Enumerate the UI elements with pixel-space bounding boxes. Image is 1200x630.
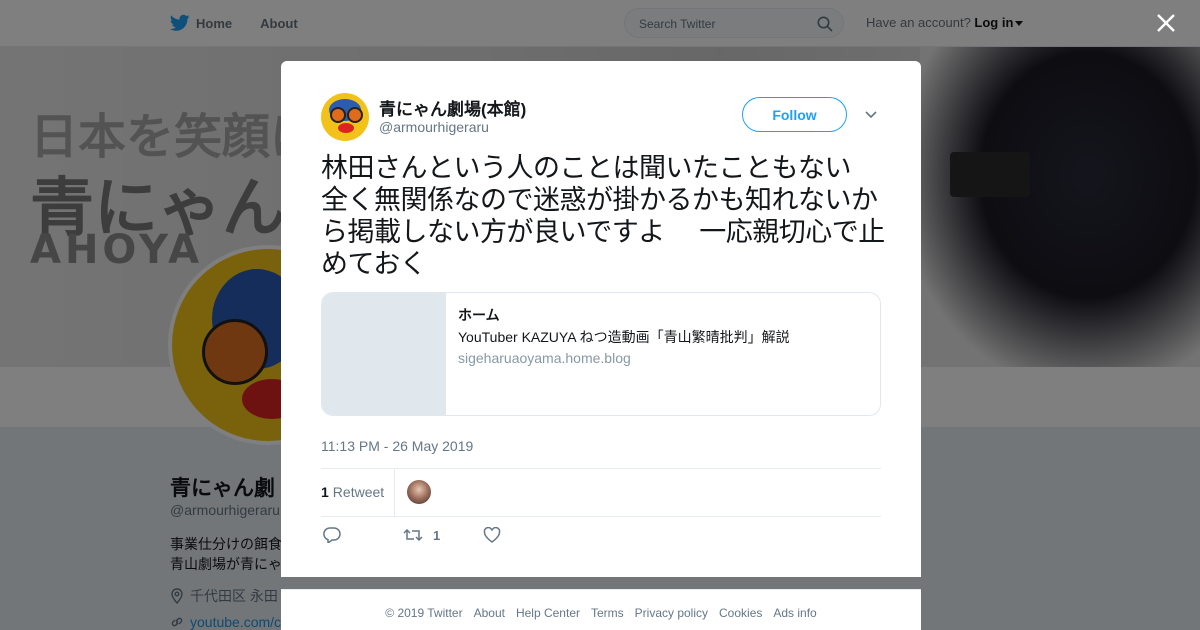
author-name[interactable]: 青にゃん劇場(本館) [379,95,526,120]
link-card[interactable]: ホーム YouTuber KAZUYA ねつ造動画「青山繁晴批判」解説 sige… [321,292,881,416]
retweeter-avatar[interactable] [407,480,431,504]
chevron-down-icon[interactable] [864,109,878,119]
card-title: ホーム [458,307,500,323]
reply-icon [323,527,341,543]
avatar-shape [338,123,354,133]
tweet-timestamp[interactable]: 11:13 PM - 26 May 2019 [321,438,473,454]
retweet-count: 1 [321,484,329,500]
footer-link-privacy[interactable]: Privacy policy [635,606,708,620]
footer-link-help-center[interactable]: Help Center [516,606,580,620]
retweet-icon [403,528,423,542]
stats-divider [394,469,395,516]
footer-link-about[interactable]: About [474,606,505,620]
avatar[interactable] [321,93,369,141]
retweet-label: Retweet [332,484,385,500]
author-handle[interactable]: @armourhigeraru [379,119,489,135]
tweet-text: 林田さんという人のことは聞いたこともない 全く無関係なので迷惑が掛かるかも知れな… [321,153,885,280]
tweet-actions: 1 [321,527,881,547]
like-button[interactable] [483,527,511,543]
tweet-modal: 青にゃん劇場(本館) @armourhigeraru Follow 林田さんとい… [281,61,921,577]
retweet-action-count: 1 [433,527,441,543]
heart-icon [483,527,501,543]
reply-button[interactable] [323,527,351,543]
card-image [322,293,446,415]
follow-button[interactable]: Follow [742,97,847,132]
tweet-stats: 1 Retweet [321,468,881,517]
retweet-stat[interactable]: 1 Retweet [321,484,384,500]
footer-links: © 2019 Twitter About Help Center Terms P… [281,590,921,620]
card-domain: sigeharuaoyama.home.blog [458,350,631,366]
footer-link-cookies[interactable]: Cookies [719,606,762,620]
modal-footer: © 2019 Twitter About Help Center Terms P… [281,589,921,630]
avatar-shape [330,107,346,123]
retweet-button[interactable]: 1 [403,527,440,543]
footer-link-ads-info[interactable]: Ads info [773,606,816,620]
footer-link-terms[interactable]: Terms [591,606,624,620]
footer-copyright: © 2019 Twitter [385,606,463,620]
close-icon[interactable] [1155,12,1177,34]
card-description: YouTuber KAZUYA ねつ造動画「青山繁晴批判」解説 [458,329,790,345]
avatar-shape [347,107,363,123]
